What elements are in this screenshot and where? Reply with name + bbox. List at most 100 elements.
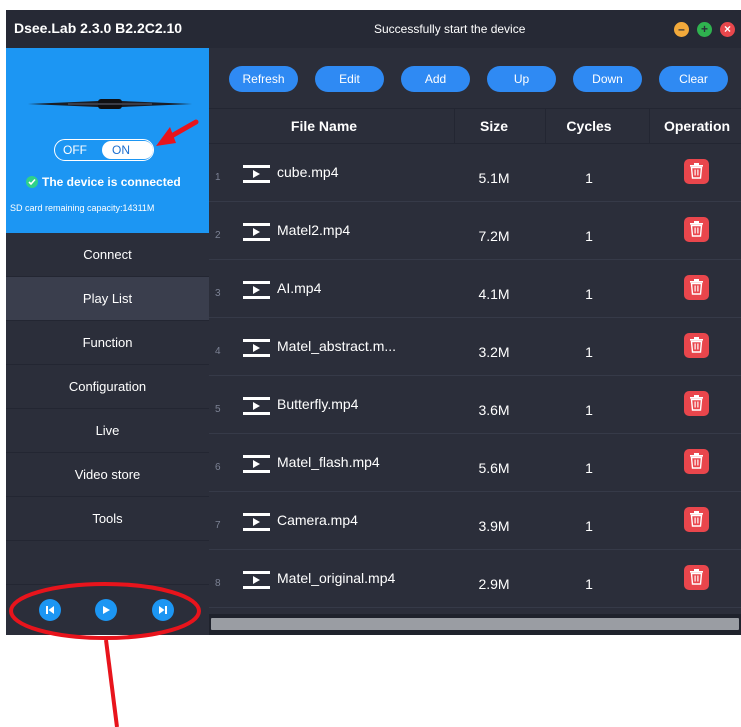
file-name: Matel_flash.mp4	[277, 454, 380, 470]
trash-icon[interactable]	[684, 333, 709, 358]
file-cycles: 1	[585, 228, 593, 244]
clear-button[interactable]: Clear	[659, 66, 728, 92]
device-image	[28, 99, 192, 109]
row-number: 5	[215, 404, 221, 415]
player-controls	[6, 585, 209, 635]
check-circle-icon	[26, 176, 38, 188]
edit-button[interactable]: Edit	[315, 66, 384, 92]
add-button[interactable]: Add	[401, 66, 470, 92]
file-size: 3.2M	[478, 344, 510, 360]
column-header-operation: Operation	[663, 118, 731, 134]
sidebar-empty-slot	[6, 541, 209, 585]
table-row[interactable]: 5 Butterfly.mp4 3.6M 1	[209, 376, 741, 434]
sidebar-item-function[interactable]: Function	[6, 321, 209, 365]
file-cycles: 1	[585, 402, 593, 418]
table-row[interactable]: 6 Matel_flash.mp4 5.6M 1	[209, 434, 741, 492]
trash-icon[interactable]	[684, 507, 709, 532]
column-divider	[545, 109, 546, 143]
row-number: 2	[215, 230, 221, 241]
trash-icon[interactable]	[684, 449, 709, 474]
table-row[interactable]: 8 Matel_original.mp4 2.9M 1	[209, 550, 741, 608]
file-name: Matel2.mp4	[277, 222, 351, 238]
row-number: 7	[215, 520, 221, 531]
status-message: Successfully start the device	[374, 22, 526, 36]
video-file-icon	[243, 455, 270, 473]
file-size: 3.6M	[478, 402, 510, 418]
table-header: File Name Size Cycles Operation	[209, 108, 741, 144]
connection-status-label: The device is connected	[42, 175, 181, 189]
file-size: 7.2M	[478, 228, 510, 244]
toggle-off-label: OFF	[63, 143, 87, 157]
file-name: AI.mp4	[277, 280, 322, 296]
file-size: 3.9M	[478, 518, 510, 534]
column-header-size: Size	[479, 118, 508, 134]
app-window: Dsee.Lab 2.3.0 B2.2C2.10 Successfully st…	[6, 10, 741, 635]
sidebar-item-configuration[interactable]: Configuration	[6, 365, 209, 409]
file-cycles: 1	[585, 518, 593, 534]
video-file-icon	[243, 339, 270, 357]
file-name: Matel_abstract.m...	[277, 338, 397, 354]
file-size: 2.9M	[478, 576, 510, 592]
previous-icon[interactable]	[39, 599, 61, 621]
toggle-on-label: ON	[102, 141, 153, 159]
horizontal-scrollbar[interactable]	[209, 614, 741, 635]
refresh-button[interactable]: Refresh	[229, 66, 298, 92]
table-row[interactable]: 3 AI.mp4 4.1M 1	[209, 260, 741, 318]
file-cycles: 1	[585, 460, 593, 476]
column-header-file-name: File Name	[290, 118, 358, 134]
table-row[interactable]: 2 Matel2.mp4 7.2M 1	[209, 202, 741, 260]
trash-icon[interactable]	[684, 391, 709, 416]
file-size: 4.1M	[478, 286, 510, 302]
file-name: Butterfly.mp4	[277, 396, 359, 412]
file-cycles: 1	[585, 170, 593, 186]
file-name: cube.mp4	[277, 164, 339, 180]
table-row[interactable]: 7 Camera.mp4 3.9M 1	[209, 492, 741, 550]
file-name: Camera.mp4	[277, 512, 358, 528]
column-header-cycles: Cycles	[566, 118, 612, 134]
sidebar-item-tools[interactable]: Tools	[6, 497, 209, 541]
sd-capacity: SD card remaining capacity:14311M	[10, 203, 155, 213]
annotation-pointer-line	[104, 639, 119, 727]
title-bar: Dsee.Lab 2.3.0 B2.2C2.10 Successfully st…	[6, 10, 741, 48]
sidebar-item-live[interactable]: Live	[6, 409, 209, 453]
up-button[interactable]: Up	[487, 66, 556, 92]
minimize-icon[interactable]: –	[674, 22, 689, 37]
file-cycles: 1	[585, 286, 593, 302]
toolbar: Refresh Edit Add Up Down Clear	[209, 48, 741, 108]
play-icon[interactable]	[95, 599, 117, 621]
video-file-icon	[243, 223, 270, 241]
row-number: 6	[215, 462, 221, 473]
video-file-icon	[243, 571, 270, 589]
down-button[interactable]: Down	[573, 66, 642, 92]
table-row[interactable]: 1 cube.mp4 5.1M 1	[209, 144, 741, 202]
power-toggle[interactable]: OFF ON	[54, 139, 154, 161]
file-size: 5.1M	[478, 170, 510, 186]
video-file-icon	[243, 397, 270, 415]
file-cycles: 1	[585, 344, 593, 360]
scrollbar-thumb[interactable]	[211, 618, 739, 630]
row-number: 3	[215, 288, 221, 299]
close-icon[interactable]: ×	[720, 22, 735, 37]
file-cycles: 1	[585, 576, 593, 592]
maximize-icon[interactable]: +	[697, 22, 712, 37]
trash-icon[interactable]	[684, 565, 709, 590]
trash-icon[interactable]	[684, 275, 709, 300]
video-file-icon	[243, 165, 270, 183]
row-number: 1	[215, 172, 221, 183]
sidebar-item-play-list[interactable]: Play List	[6, 277, 209, 321]
trash-icon[interactable]	[684, 217, 709, 242]
sidebar-item-video-store[interactable]: Video store	[6, 453, 209, 497]
app-title: Dsee.Lab 2.3.0 B2.2C2.10	[14, 20, 183, 36]
video-file-icon	[243, 281, 270, 299]
column-divider	[649, 109, 650, 143]
file-name: Matel_original.mp4	[277, 570, 396, 586]
row-number: 4	[215, 346, 221, 357]
row-number: 8	[215, 578, 221, 589]
video-file-icon	[243, 513, 270, 531]
device-card: OFF ON The device is connected SD card r…	[6, 48, 209, 233]
table-row[interactable]: 4 Matel_abstract.m... 3.2M 1	[209, 318, 741, 376]
next-icon[interactable]	[152, 599, 174, 621]
sidebar-item-connect[interactable]: Connect	[6, 233, 209, 277]
file-size: 5.6M	[478, 460, 510, 476]
trash-icon[interactable]	[684, 159, 709, 184]
